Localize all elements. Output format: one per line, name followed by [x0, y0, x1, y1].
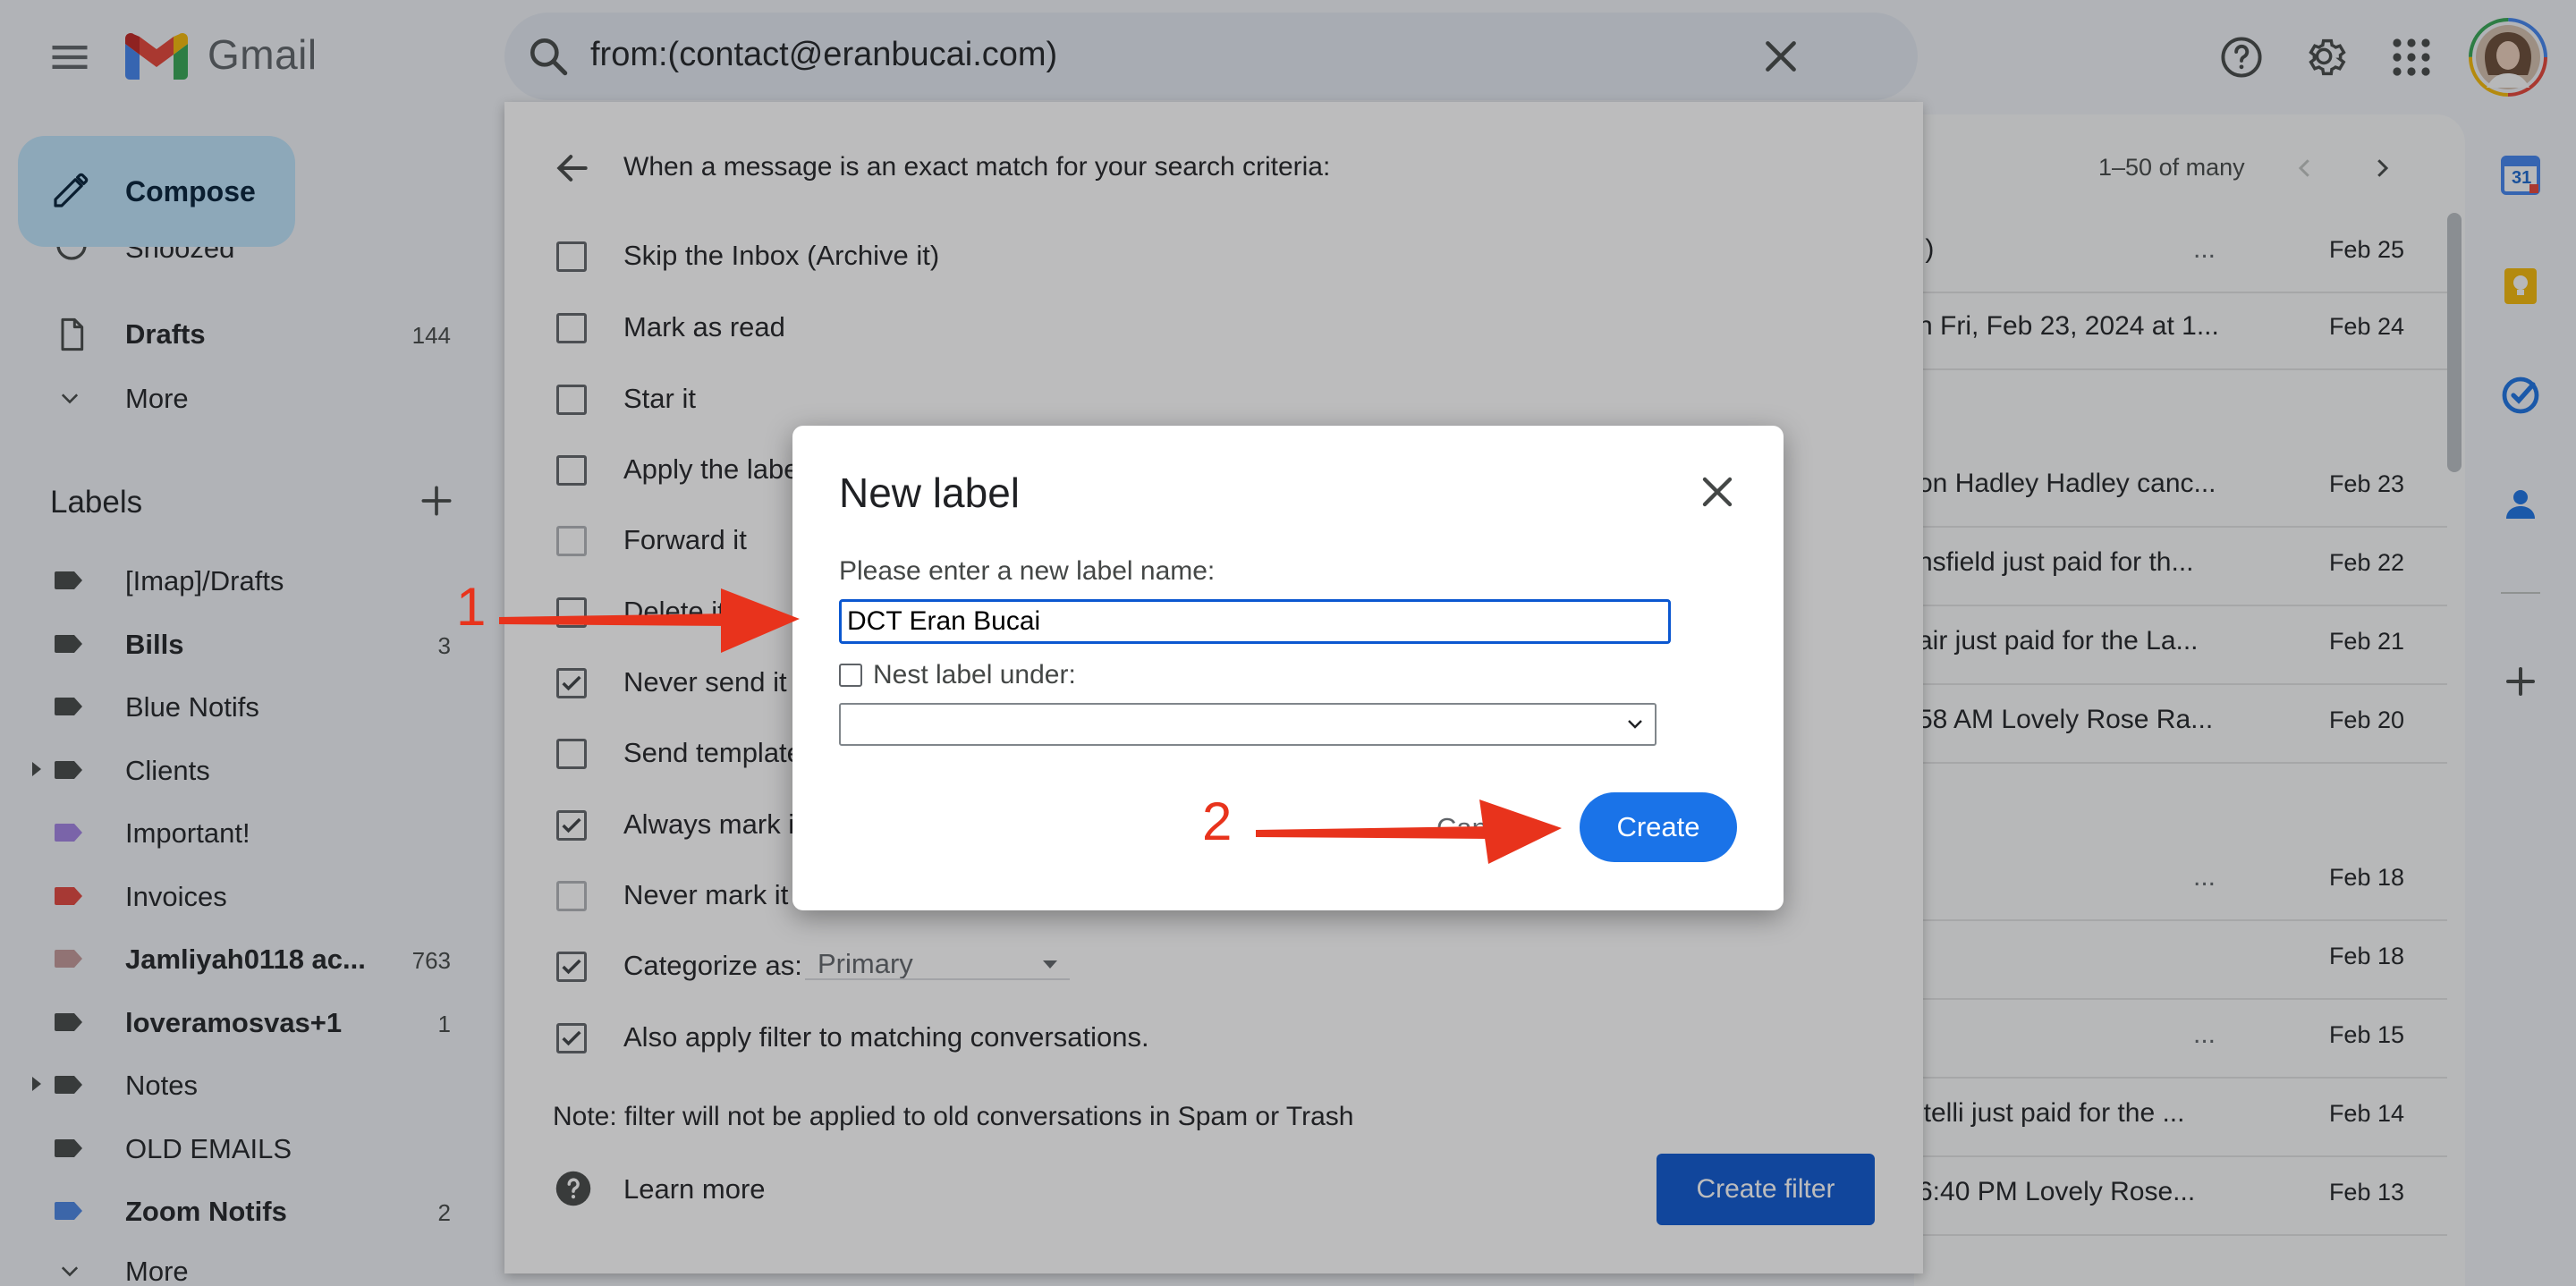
- nest-label-checkbox[interactable]: [839, 664, 862, 687]
- create-label-button[interactable]: Create: [1580, 792, 1737, 862]
- step-1-marker: 1: [456, 577, 487, 637]
- label-name-prompt: Please enter a new label name:: [839, 556, 1216, 586]
- parent-label-select[interactable]: [839, 703, 1657, 746]
- close-icon[interactable]: [1696, 470, 1739, 513]
- step-2-marker: 2: [1202, 791, 1233, 851]
- arrow-to-create-icon: [1254, 796, 1563, 867]
- nest-label-text: Nest label under:: [873, 660, 1076, 690]
- chevron-down-icon[interactable]: [1624, 715, 1646, 733]
- dialog-title: New label: [839, 470, 1020, 516]
- arrow-to-input-icon: [497, 585, 801, 656]
- label-name-input[interactable]: [839, 599, 1671, 644]
